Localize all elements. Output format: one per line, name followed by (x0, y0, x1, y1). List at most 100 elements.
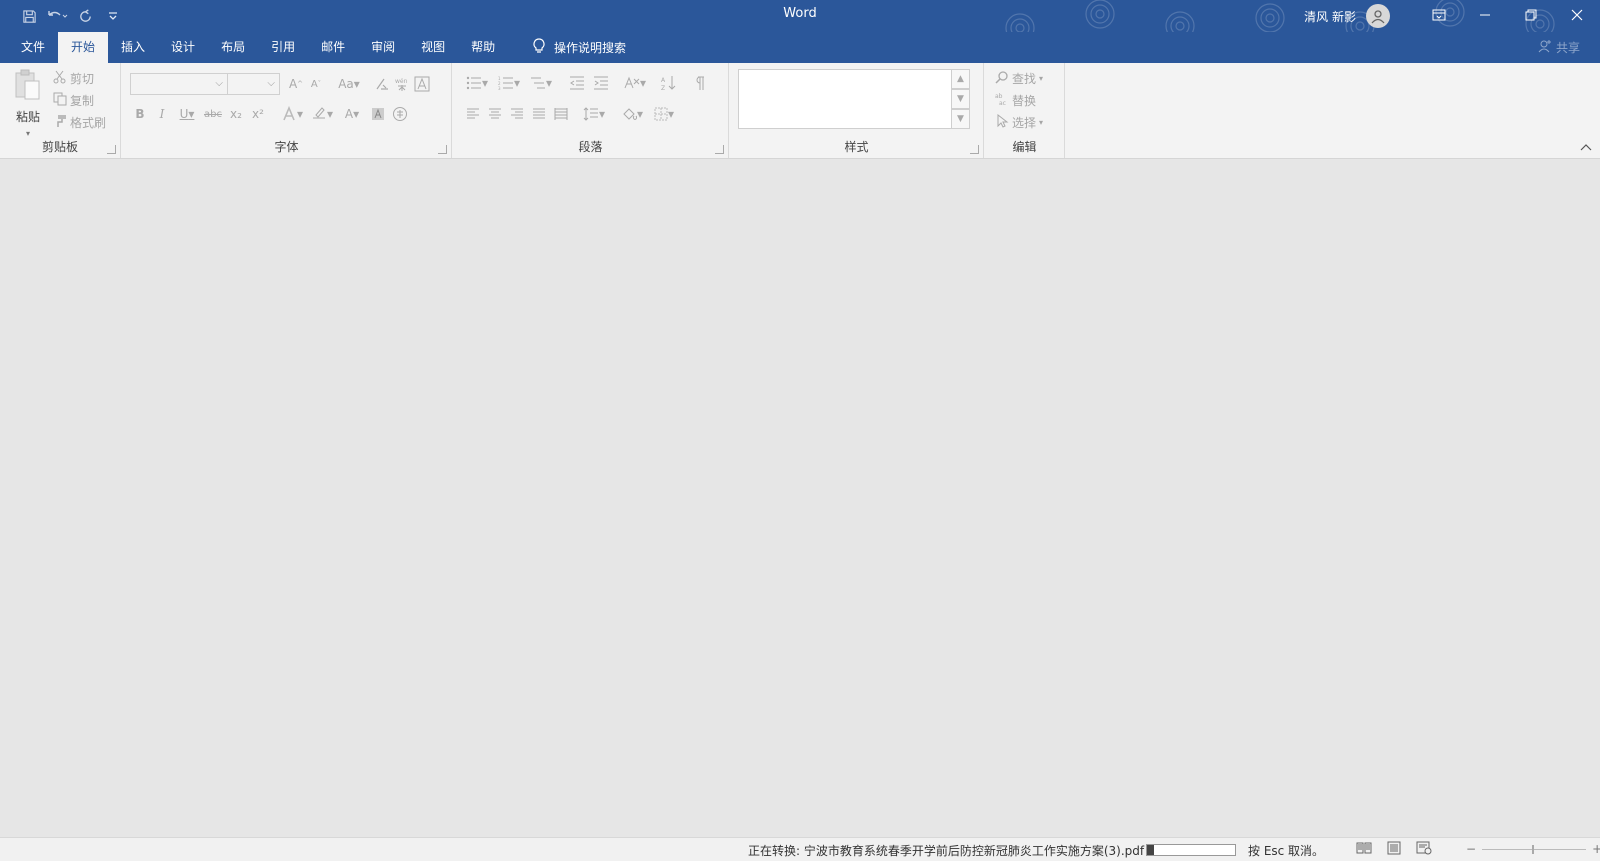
bold-label: B (135, 107, 145, 121)
tell-me-label: 操作说明搜索 (554, 41, 627, 55)
paste-dropdown-icon[interactable]: ▾ (26, 129, 30, 138)
cut-button[interactable]: 剪切 (53, 67, 106, 89)
tab-file[interactable]: 文件 (8, 32, 58, 63)
strikethrough-icon[interactable]: abc (202, 104, 224, 124)
font-name-combo[interactable]: ⌵ (130, 73, 228, 95)
tab-view[interactable]: 视图 (408, 32, 458, 63)
select-button[interactable]: 选择 ▾ (995, 111, 1043, 133)
tab-design[interactable]: 设计 (158, 32, 208, 63)
styles-gallery-scroll: ▲ ▼ ▼ (952, 69, 970, 129)
chinese-layout-icon[interactable]: ▾ (621, 73, 649, 93)
increase-indent-icon[interactable] (591, 73, 611, 93)
underline-icon[interactable]: U ▾ (174, 104, 200, 124)
replace-icon: ab ac (995, 92, 1009, 109)
align-left-icon[interactable] (463, 104, 483, 124)
minimize-icon[interactable] (1462, 0, 1508, 30)
superscript-icon[interactable]: x² (248, 104, 268, 124)
show-formatting-marks-icon[interactable] (689, 73, 709, 93)
esc-cancel-hint: 按 Esc 取消。 (1248, 844, 1325, 858)
font-dialog-launcher-icon[interactable] (438, 145, 447, 154)
chevron-down-icon: ▾ (1039, 117, 1044, 127)
editing-group-label: 编辑 (1012, 140, 1037, 154)
user-account[interactable]: 清风 新影 (1304, 4, 1390, 28)
zoom-out-icon[interactable]: − (1466, 842, 1476, 856)
tab-home[interactable]: 开始 (58, 32, 109, 63)
web-layout-icon[interactable] (1416, 841, 1432, 857)
svg-text:ac: ac (999, 100, 1006, 106)
change-case-icon[interactable]: Aa ▾ (334, 74, 364, 94)
styles-dialog-launcher-icon[interactable] (970, 145, 979, 154)
decrease-indent-icon[interactable] (567, 73, 587, 93)
format-painter-label: 格式刷 (70, 115, 107, 130)
copy-button[interactable]: 复制 (53, 89, 106, 111)
share-button[interactable]: 共享 (1538, 32, 1580, 63)
tab-insert[interactable]: 插入 (108, 32, 158, 63)
cut-label: 剪切 (70, 71, 95, 86)
zoom-thumb[interactable] (1532, 844, 1535, 854)
avatar[interactable] (1366, 4, 1390, 28)
strikethrough-label: abc (204, 108, 222, 120)
view-buttons (1356, 841, 1432, 857)
tab-references[interactable]: 引用 (258, 32, 308, 63)
ribbon-display-options-icon[interactable] (1416, 0, 1462, 30)
gallery-more-icon[interactable]: ▼ (952, 109, 970, 129)
justify-icon[interactable] (529, 104, 549, 124)
search-icon (995, 70, 1009, 87)
styles-gallery[interactable] (738, 69, 952, 129)
sort-icon[interactable]: AZ (659, 73, 679, 93)
restore-icon[interactable] (1508, 0, 1554, 30)
read-mode-icon[interactable] (1356, 841, 1372, 857)
zoom-in-icon[interactable]: + (1592, 842, 1600, 856)
numbering-icon[interactable]: 1 2 3 ▾ (495, 73, 523, 93)
paragraph-dialog-launcher-icon[interactable] (715, 145, 724, 154)
conversion-progress-bar (1146, 844, 1236, 856)
character-shading-icon[interactable] (368, 104, 388, 124)
font-group-label: 字体 (274, 140, 299, 154)
tab-layout[interactable]: 布局 (208, 32, 258, 63)
italic-icon[interactable]: I (152, 104, 172, 124)
bold-icon[interactable]: B (130, 104, 150, 124)
format-painter-button[interactable]: 格式刷 (53, 111, 106, 133)
scroll-down-icon[interactable]: ▼ (952, 89, 970, 109)
font-color-icon[interactable]: A ▾ (338, 104, 366, 124)
align-center-icon[interactable] (485, 104, 505, 124)
align-right-icon[interactable] (507, 104, 527, 124)
tab-review[interactable]: 审阅 (358, 32, 408, 63)
subscript-icon[interactable]: x₂ (226, 104, 246, 124)
highlight-color-icon[interactable]: ▾ (308, 104, 336, 124)
paragraph-group: ▾ 1 2 3 ▾ ▾ ▾ AZ ▾ ▾ ▾ 段落 (453, 63, 729, 158)
clipboard-dialog-launcher-icon[interactable] (107, 145, 116, 154)
character-border-icon[interactable] (412, 74, 432, 94)
paste-button[interactable]: 粘贴 ▾ (10, 69, 46, 139)
borders-icon[interactable]: ▾ (649, 104, 679, 124)
share-person-icon (1538, 39, 1552, 56)
close-icon[interactable] (1554, 0, 1600, 30)
grow-font-icon[interactable]: A ^ (286, 74, 306, 94)
collapse-ribbon-icon[interactable] (1580, 140, 1592, 154)
shading-icon[interactable]: ▾ (617, 104, 647, 124)
scroll-up-icon[interactable]: ▲ (952, 69, 970, 89)
font-size-combo[interactable]: ⌵ (228, 73, 280, 95)
tell-me-search[interactable]: 操作说明搜索 (532, 32, 626, 63)
ribbon-tabs: 文件 开始 插入 设计 布局 引用 邮件 审阅 视图 帮助 (8, 32, 508, 63)
tab-help[interactable]: 帮助 (458, 32, 508, 63)
phonetic-guide-icon[interactable]: wén (392, 74, 412, 94)
text-effects-icon[interactable]: ▾ (278, 104, 306, 124)
line-spacing-icon[interactable]: ▾ (579, 104, 609, 124)
multilevel-list-icon[interactable]: ▾ (527, 73, 555, 93)
replace-button[interactable]: ab ac 替换 (995, 89, 1043, 111)
tab-mailings[interactable]: 邮件 (308, 32, 358, 63)
replace-label: 替换 (1012, 93, 1037, 108)
bullets-icon[interactable]: ▾ (463, 73, 491, 93)
ribbon: 粘贴 ▾ 剪切 复制 格式刷 剪贴板 ⌵ ⌵ A ^ A ˇ Aa ▾ wén … (0, 63, 1600, 159)
enclose-characters-icon[interactable] (390, 104, 410, 124)
clipboard-group-label: 剪贴板 (41, 140, 78, 154)
find-button[interactable]: 查找 ▾ (995, 67, 1043, 89)
print-layout-icon[interactable] (1386, 841, 1402, 857)
clear-formatting-icon[interactable] (372, 74, 392, 94)
svg-text:wén: wén (395, 78, 408, 85)
zoom-track[interactable] (1482, 844, 1587, 854)
distributed-icon[interactable] (551, 104, 571, 124)
shrink-font-icon[interactable]: Aˇ (306, 74, 326, 94)
select-label: 选择 (1012, 115, 1037, 130)
